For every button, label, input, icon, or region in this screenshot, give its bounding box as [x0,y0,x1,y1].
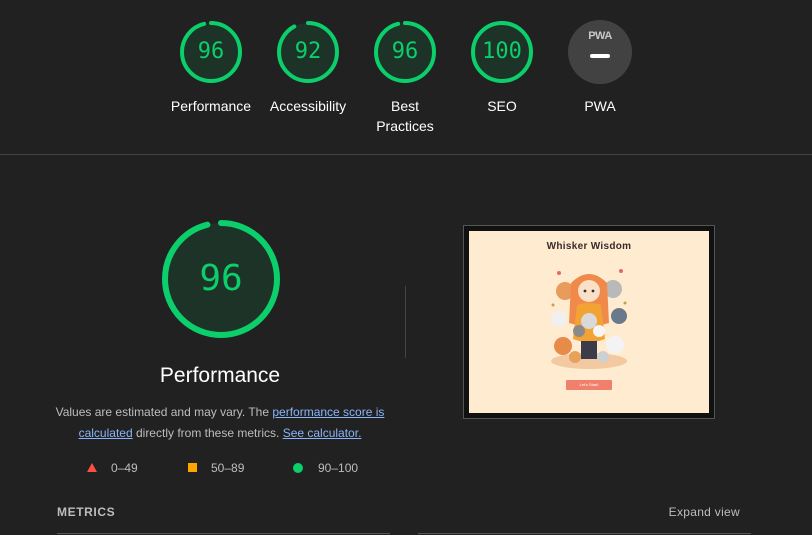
expand-view-button[interactable]: Expand view [640,505,740,519]
gauge-ring: 96 [373,20,437,84]
gauge-label: Best Practices [376,98,434,134]
illustration-image [551,269,627,369]
gauge-seo[interactable]: 100 SEO [457,20,547,116]
page-preview: Whisker Wisdom Let's Start! [469,231,709,413]
see-calculator-link[interactable]: See calculator. [283,426,362,440]
section-divider [405,286,406,358]
legend-pass: 90–100 [318,461,359,475]
pwa-badge-text: PWA [588,30,612,42]
pwa-dash-icon [590,54,610,58]
gauge-ring: 100 [470,20,534,84]
gauge-label: Performance [170,98,252,114]
gauge-performance[interactable]: 96 Performance [166,20,256,116]
desc-text: directly from these metrics. [132,426,283,440]
gauge-score: 100 [482,39,522,64]
gauge-ring: 96 [179,20,243,84]
legend-fail: 0–49 [111,461,138,475]
lets-start-button: Let's Start! [566,380,612,390]
gauge-label: PWA [584,98,616,114]
gauge-ring: 92 [276,20,340,84]
metrics-divider [418,533,751,534]
performance-description: Values are estimated and may vary. The p… [50,402,390,444]
gauge-accessibility[interactable]: 92 Accessibility [263,20,353,116]
gauge-label: Accessibility [269,98,347,114]
average-square-icon [188,463,197,472]
gauge-score: 92 [294,39,322,64]
legend-average: 50–89 [211,461,245,475]
gauge-score: 96 [391,39,419,64]
header-divider [0,154,812,155]
metrics-divider [57,533,390,534]
performance-title: Performance [159,364,281,387]
gauge-score: 96 [197,39,225,64]
fail-triangle-icon [87,463,97,472]
gauge-pwa[interactable]: PWA PWA [555,20,645,116]
metrics-heading: METRICS [57,505,116,519]
desc-text: Values are estimated and may vary. The [55,405,273,419]
performance-score: 96 [199,258,243,299]
preview-title: Whisker Wisdom [546,241,632,252]
final-screenshot[interactable]: Whisker Wisdom Let's Start! [463,225,715,419]
performance-gauge: 96 [160,218,282,340]
pass-circle-icon [293,463,303,473]
gauge-best-practices[interactable]: 96 Best Practices [360,20,450,136]
gauge-label: SEO [487,98,517,114]
category-gauges: 96 Performance 92 Accessibility 96 Best … [0,0,812,155]
pwa-badge-icon: PWA [568,20,632,84]
score-legend: 0–49 50–89 90–100 [0,460,440,476]
